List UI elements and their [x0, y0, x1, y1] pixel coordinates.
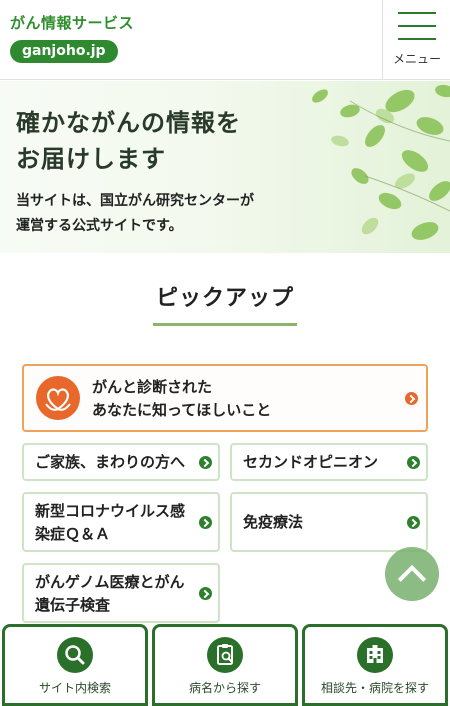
menu-label: メニュー [392, 52, 441, 66]
card-label: ご家族、まわりの方へ [35, 453, 186, 471]
card-label: 新型コロナウイルス感 染症Ｑ＆Ａ [35, 502, 186, 543]
menu-button[interactable]: メニュー [382, 0, 450, 80]
clipboard-search-icon [207, 637, 243, 673]
card-label: 免疫療法 [243, 513, 304, 531]
pickup-card-newly-diagnosed[interactable]: がんと診断された あなたに知ってほしいこと [22, 364, 428, 432]
pickup-heading: ピックアップ [155, 286, 294, 311]
hospital-icon [357, 637, 393, 673]
brand-domain-badge: ganjoho.jp [10, 40, 118, 63]
main-card-label: がんと診断された あなたに知ってほしいこと [92, 378, 272, 419]
site-header: がん情報サービス ganjoho.jp メニュー [0, 0, 450, 80]
nav-label: サイト内検索 [38, 681, 111, 695]
chevron-right-icon [199, 516, 212, 529]
nav-search-by-disease[interactable]: 病名から探す [152, 624, 298, 706]
chevron-right-icon [407, 516, 420, 529]
pickup-card-family[interactable]: ご家族、まわりの方へ [22, 443, 220, 481]
card-label: セカンドオピニオン [243, 453, 379, 471]
pickup-card-genome[interactable]: がんゲノム医療とがん 遺伝子検査 [22, 563, 220, 623]
pickup-card-second-opinion[interactable]: セカンドオピニオン [230, 443, 428, 481]
hero-subtitle: 当サイトは、国立がん研究センターが 運営する公式サイトです。 [16, 193, 254, 234]
chevron-right-icon [405, 392, 418, 405]
search-icon [57, 637, 93, 673]
pickup-card-immunotherapy[interactable]: 免疫療法 [230, 492, 428, 552]
heart-hands-icon [36, 376, 80, 420]
hero-banner: 確かながんの情報を お届けします 当サイトは、国立がん研究センターが 運営する公… [0, 81, 450, 253]
site-logo[interactable]: がん情報サービス ganjoho.jp [10, 12, 134, 63]
chevron-right-icon [199, 587, 212, 600]
hero-title: 確かながんの情報を お届けします [16, 109, 241, 173]
chevron-right-icon [199, 456, 212, 469]
heading-underline [153, 323, 297, 326]
chevron-right-icon [407, 456, 420, 469]
hamburger-icon [398, 12, 436, 51]
card-label: がんゲノム医療とがん 遺伝子検査 [35, 573, 185, 614]
scroll-to-top-button[interactable] [385, 547, 439, 601]
brand-name: がん情報サービス [10, 14, 135, 32]
nav-find-consultation-hospital[interactable]: 相談先・病院を探す [302, 624, 448, 706]
nav-site-search[interactable]: サイト内検索 [2, 624, 148, 706]
nav-label: 相談先・病院を探す [320, 681, 429, 695]
pickup-card-covid-qa[interactable]: 新型コロナウイルス感 染症Ｑ＆Ａ [22, 492, 220, 552]
nav-label: 病名から探す [188, 681, 261, 695]
bottom-navigation: サイト内検索 病名から探す 相談先・病院を探す [0, 624, 450, 706]
